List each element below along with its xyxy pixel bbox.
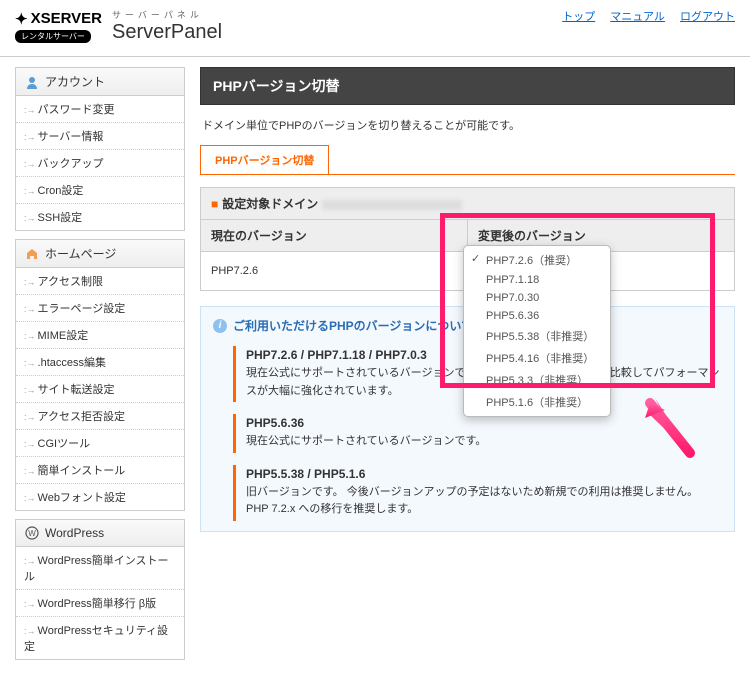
sidebar-header-homepage: ホームページ <box>45 245 116 262</box>
xserver-logo: ✦ XSERVER レンタルサーバー <box>15 10 102 43</box>
sidebar-section-account: アカウント パスワード変更 サーバー情報 バックアップ Cron設定 SSH設定 <box>15 67 185 231</box>
info-icon: i <box>213 319 227 333</box>
dropdown-option[interactable]: PHP7.1.18 <box>464 271 610 289</box>
sidebar-item[interactable]: WordPress簡単インストール <box>16 547 184 589</box>
sidebar-item[interactable]: サーバー情報 <box>16 123 184 149</box>
dropdown-option[interactable]: PHP5.1.6（非推奨） <box>464 391 610 413</box>
info-title: ご利用いただけるPHPのバージョンについて <box>233 317 473 334</box>
sidebar-item[interactable]: CGIツール <box>16 430 184 456</box>
domain-row: 設定対象ドメイン <box>201 188 735 220</box>
page-title: PHPバージョン切替 <box>200 67 735 105</box>
home-icon <box>24 246 40 262</box>
version-dropdown-popup: PHP7.2.6（推奨） PHP7.1.18 PHP7.0.30 PHP5.6.… <box>463 245 611 417</box>
sidebar-item[interactable]: アクセス制限 <box>16 268 184 294</box>
dropdown-option[interactable]: PHP7.0.30 <box>464 289 610 307</box>
current-version-value: PHP7.2.6 <box>201 252 468 291</box>
sidebar-item[interactable]: バックアップ <box>16 150 184 176</box>
dropdown-option[interactable]: PHP5.6.36 <box>464 307 610 325</box>
star-icon: ✦ <box>15 10 28 28</box>
version-block: PHP5.6.36 現在公式にサポートされているバージョンです。 <box>233 414 722 453</box>
tab-row: PHPバージョン切替 <box>200 145 735 175</box>
sidebar-item[interactable]: WordPressセキュリティ設定 <box>16 617 184 659</box>
sidebar-header-wordpress: WordPress <box>45 526 104 540</box>
top-links: トップ マニュアル ログアウト <box>550 8 735 24</box>
sidebar-item[interactable]: .htaccess編集 <box>16 349 184 375</box>
version-block: PHP5.5.38 / PHP5.1.6 旧バージョンです。 今後バージョンアッ… <box>233 465 722 521</box>
sidebar-item[interactable]: アクセス拒否設定 <box>16 403 184 429</box>
version-desc: 現在公式にサポートされているバージョンです。 <box>246 433 722 451</box>
sidebar-item[interactable]: MIME設定 <box>16 322 184 348</box>
sidebar-section-homepage: ホームページ アクセス制限 エラーページ設定 MIME設定 .htaccess編… <box>15 239 185 511</box>
brand-name: XSERVER <box>31 10 102 27</box>
dropdown-option[interactable]: PHP5.4.16（非推奨） <box>464 347 610 369</box>
sidebar-item[interactable]: パスワード変更 <box>16 96 184 122</box>
tab-php-version[interactable]: PHPバージョン切替 <box>200 145 329 174</box>
header: ✦ XSERVER レンタルサーバー サーバーパネル ServerPanel ト… <box>0 0 750 57</box>
domain-label: 設定対象ドメイン <box>211 197 318 211</box>
panel-subtitle: サーバーパネル <box>112 8 222 21</box>
sidebar-item[interactable]: Cron設定 <box>16 177 184 203</box>
current-version-header: 現在のバージョン <box>201 220 468 252</box>
sidebar-item[interactable]: エラーページ設定 <box>16 295 184 321</box>
dropdown-option[interactable]: PHP7.2.6（推奨） <box>464 249 610 271</box>
panel-title: サーバーパネル ServerPanel <box>112 8 222 44</box>
dropdown-option[interactable]: PHP5.5.38（非推奨） <box>464 325 610 347</box>
link-top[interactable]: トップ <box>562 11 595 23</box>
sidebar-item[interactable]: WordPress簡単移行 β版 <box>16 590 184 616</box>
svg-text:W: W <box>28 529 36 538</box>
logo-area: ✦ XSERVER レンタルサーバー サーバーパネル ServerPanel <box>15 8 222 44</box>
version-heading: PHP5.6.36 <box>246 416 722 430</box>
link-logout[interactable]: ログアウト <box>680 11 735 23</box>
brand-badge: レンタルサーバー <box>15 30 91 43</box>
version-heading: PHP5.5.38 / PHP5.1.6 <box>246 467 722 481</box>
domain-value-blurred <box>322 200 462 210</box>
dropdown-option[interactable]: PHP5.3.3（非推奨） <box>464 369 610 391</box>
wordpress-icon: W <box>24 525 40 541</box>
sidebar-item[interactable]: サイト転送設定 <box>16 376 184 402</box>
version-desc: 旧バージョンです。 今後バージョンアップの予定はないため新規での利用は推奨しませ… <box>246 484 722 519</box>
sidebar-item[interactable]: SSH設定 <box>16 204 184 230</box>
link-manual[interactable]: マニュアル <box>610 11 665 23</box>
page-description: ドメイン単位でPHPのバージョンを切り替えることが可能です。 <box>200 105 735 145</box>
sidebar-header-account: アカウント <box>45 73 105 90</box>
sidebar-item[interactable]: 簡単インストール <box>16 457 184 483</box>
sidebar: アカウント パスワード変更 サーバー情報 バックアップ Cron設定 SSH設定… <box>15 67 185 668</box>
user-icon <box>24 74 40 90</box>
sidebar-item[interactable]: Webフォント設定 <box>16 484 184 510</box>
sidebar-section-wordpress: W WordPress WordPress簡単インストール WordPress簡… <box>15 519 185 660</box>
panel-main-title: ServerPanel <box>112 21 222 44</box>
